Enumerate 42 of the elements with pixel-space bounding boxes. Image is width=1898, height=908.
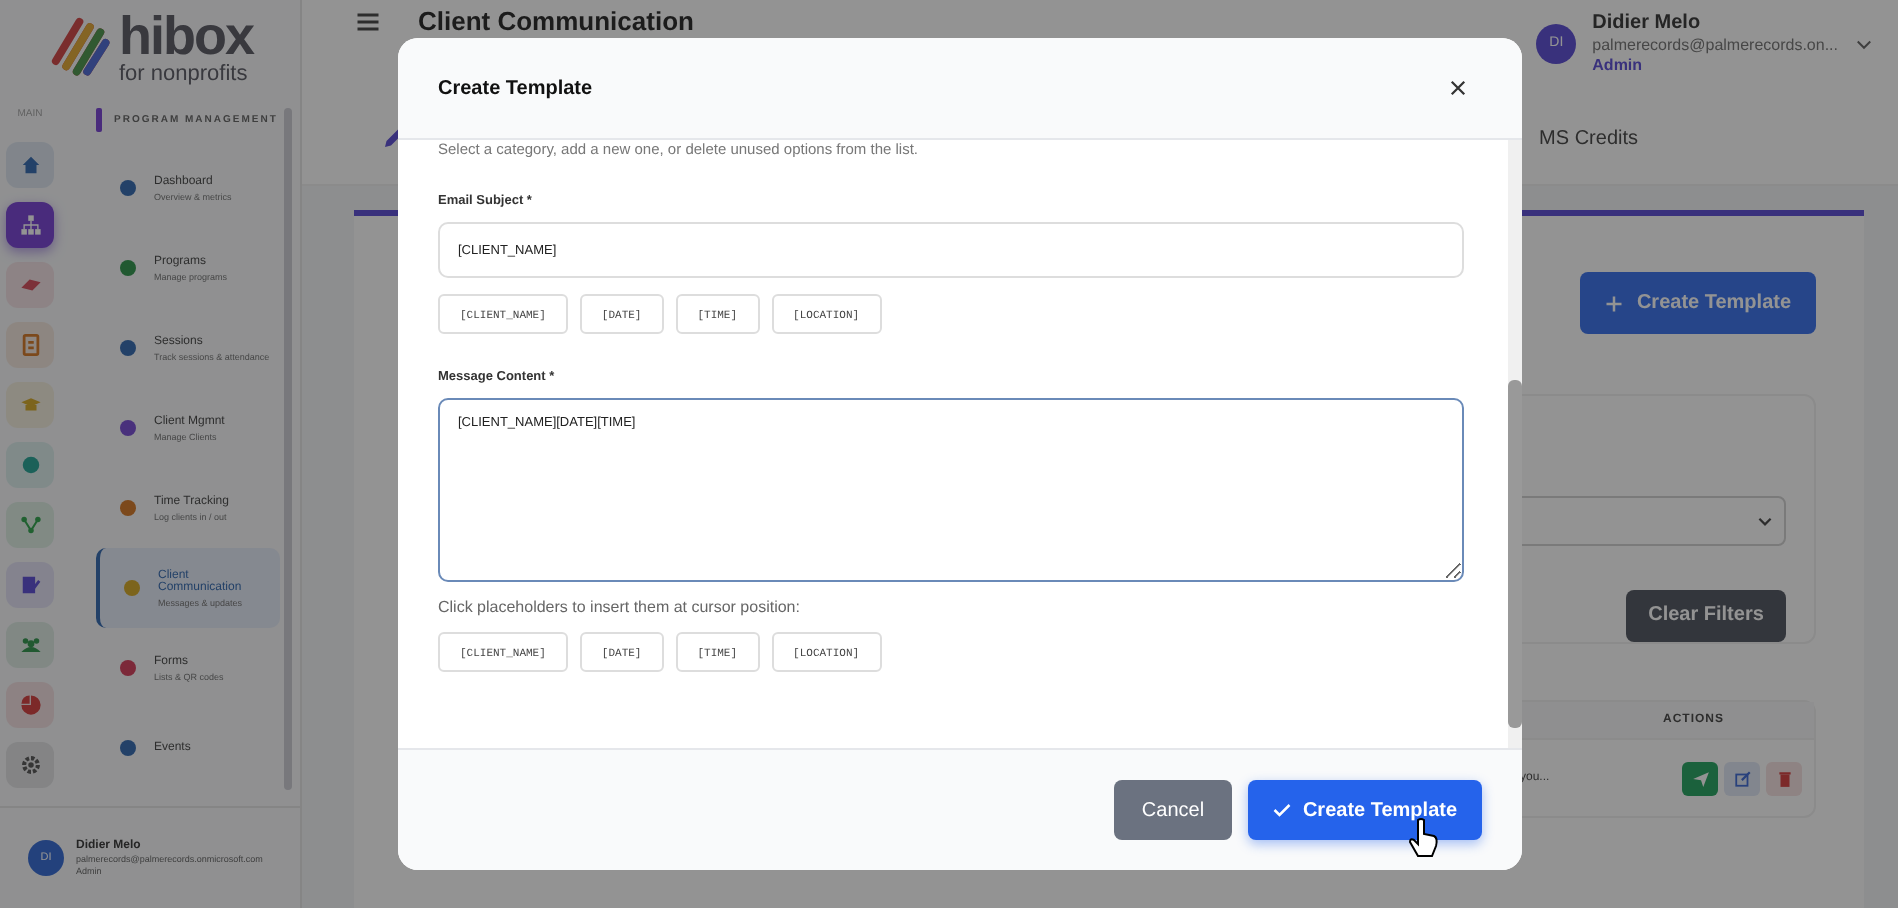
paper-plane-icon [1691,769,1709,787]
nav-icon [120,260,136,276]
network-icon [19,514,41,536]
nav-icon [120,660,136,676]
circle-icon [19,454,41,476]
logo-tagline: for nonprofits [119,64,250,86]
tab[interactable]: MS Credits [1539,127,1638,149]
nav-icon [120,500,136,516]
document-icon [19,334,41,356]
people-icon [19,634,41,656]
close-icon [1448,78,1468,98]
edit-button[interactable] [1724,761,1760,795]
nav-icon [120,340,136,356]
nav-icon [120,420,136,436]
user-name: Didier Melo [1592,12,1703,34]
user-role: Admin [1592,56,1645,74]
create-template-button[interactable]: Create Template [1248,780,1482,840]
rail-nav-button[interactable] [6,202,54,248]
cancel-button[interactable]: Cancel [1114,780,1232,840]
modal-title: Create Template [438,77,593,99]
settings-icon [19,754,41,776]
delete-button[interactable] [1766,761,1802,795]
home-icon [19,154,41,176]
check-icon [1272,800,1293,820]
sitemap-icon [19,214,41,236]
clear-filters-button[interactable]: Clear Filters [1626,589,1786,642]
page-title: Client Communication [418,8,696,36]
send-button[interactable] [1682,761,1718,795]
user-email: palmerecords@palmerecords.on... [1592,36,1838,54]
nav-icon [124,580,140,596]
nav-icon [120,180,136,196]
edit-icon [1733,769,1751,787]
logo-wordmark: hibox [119,10,253,64]
hint-text: Click placeholders to insert them at cursor position: [438,598,802,616]
menu-icon [354,8,382,36]
pie-chart-icon [19,694,41,716]
trash-icon [1775,769,1793,787]
plus-icon [1604,293,1625,313]
graduation-cap-icon [19,394,41,416]
create-template-button[interactable]: Create Template [1580,272,1816,334]
nav-icon [120,740,136,756]
logo-mark-icon [47,14,115,82]
